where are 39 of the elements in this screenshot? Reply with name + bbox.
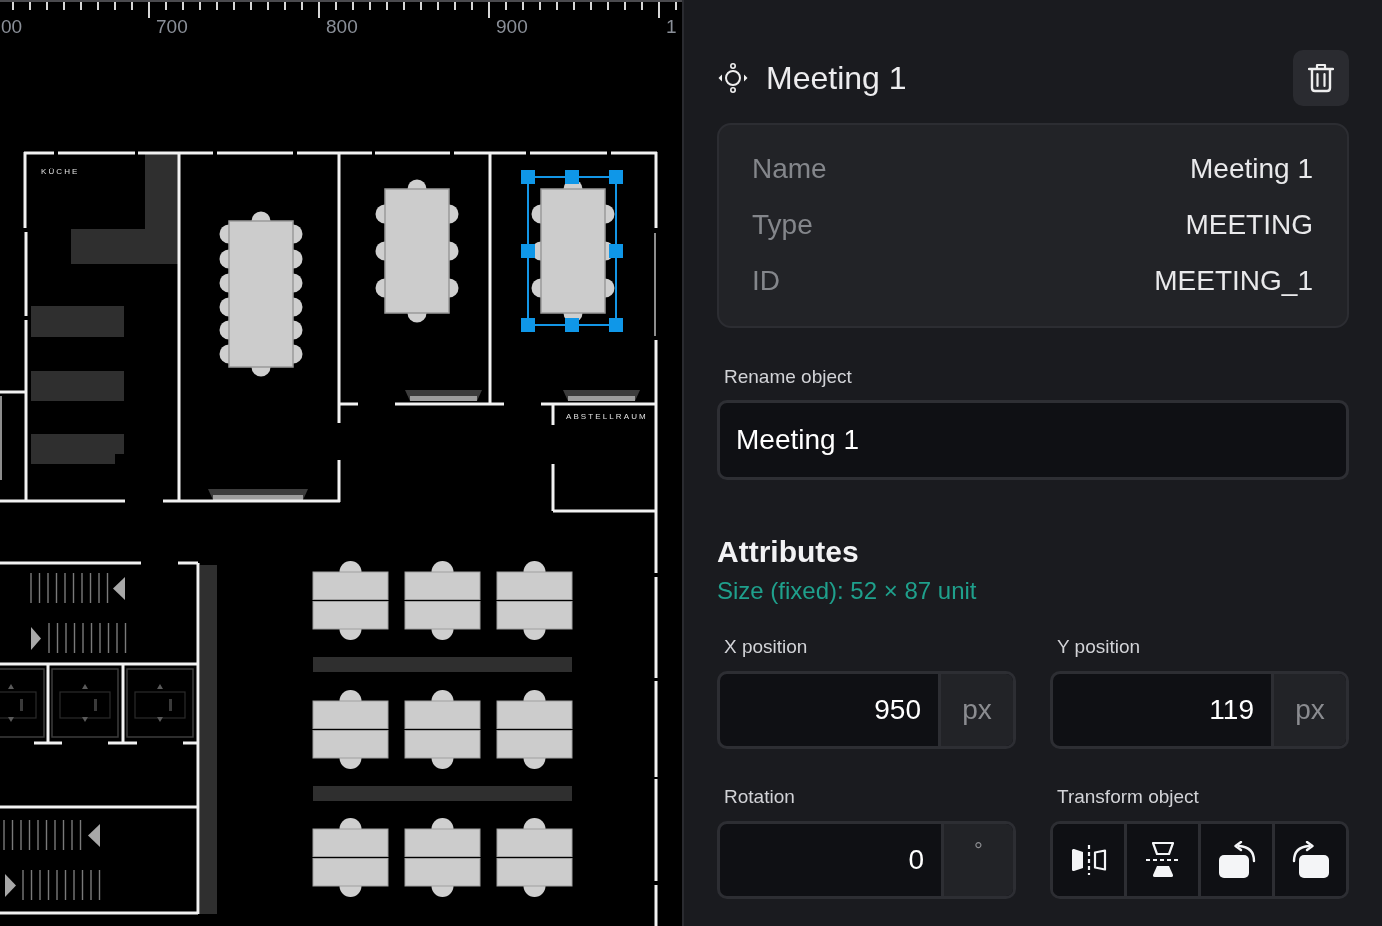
field-label: Rename object (724, 365, 852, 389)
room-label: KÜCHE (41, 167, 80, 176)
ruler-label: 1 (666, 16, 677, 37)
detail-label: Type (752, 209, 813, 241)
field-label: Rotation (724, 785, 795, 809)
rotate-right-button[interactable] (1272, 824, 1346, 896)
size-note: Size (fixed): 52 × 87 unit (717, 576, 977, 606)
detail-value: MEETING_1 (1154, 265, 1313, 297)
unit-label: ° (941, 824, 1013, 896)
unit-label: px (938, 674, 1013, 746)
section-heading: Attributes (717, 534, 859, 570)
field-label: Y position (1057, 635, 1141, 659)
detail-label: ID (752, 265, 780, 297)
ruler-label: 00 (1, 16, 23, 37)
circle-arrows-icon (717, 62, 749, 94)
detail-value: Meeting 1 (1190, 153, 1313, 185)
detail-value: MEETING (1185, 209, 1313, 241)
ruler-label: 800 (326, 16, 358, 37)
ruler-label: 700 (156, 16, 188, 37)
flip-vertical-icon (1144, 841, 1181, 879)
object-title: Meeting 1 (766, 59, 907, 97)
field-label: X position (724, 635, 808, 659)
flip-horizontal-icon (1069, 844, 1108, 876)
number-input[interactable]: 0 (720, 824, 941, 896)
rename-input[interactable]: Meeting 1 (717, 400, 1349, 480)
number-field[interactable]: 119 px (1050, 671, 1349, 749)
number-field[interactable]: 950 px (717, 671, 1016, 749)
rotate-left-icon (1216, 841, 1257, 879)
number-field[interactable]: 0 ° (717, 821, 1016, 899)
detail-label: Name (752, 153, 827, 185)
rotate-right-icon (1290, 841, 1331, 879)
field-label: Transform object (1057, 785, 1199, 809)
ruler-label: 900 (496, 16, 528, 37)
delete-button[interactable] (1293, 50, 1349, 106)
unit-label: px (1271, 674, 1346, 746)
room-label: ABSTELLRAUM (566, 412, 648, 421)
number-input[interactable]: 950 (720, 674, 938, 746)
trash-icon (1308, 63, 1334, 93)
number-input[interactable]: 119 (1053, 674, 1271, 746)
